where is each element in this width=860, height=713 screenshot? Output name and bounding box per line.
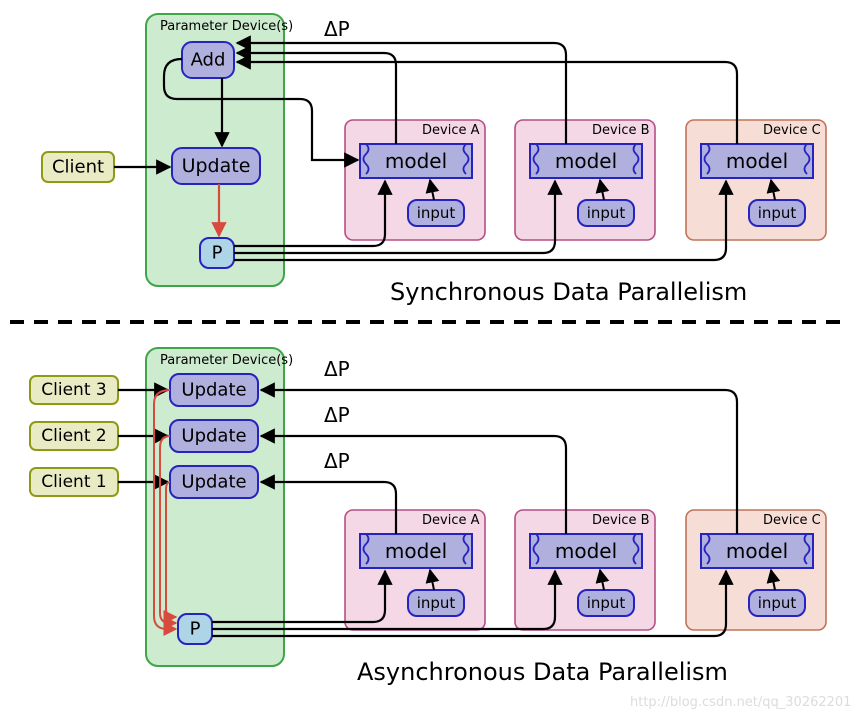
device-a: Device A model input — [345, 120, 485, 240]
model-a: model — [360, 144, 472, 178]
async-section: Parameter Device(s) Update Update Update… — [30, 348, 826, 686]
svg-text:model: model — [385, 149, 447, 173]
async-title: Asynchronous Data Parallelism — [357, 658, 728, 686]
svg-text:Update: Update — [181, 426, 246, 447]
device-a-2: Device A model input — [345, 510, 485, 630]
svg-text:input: input — [758, 204, 797, 222]
svg-text:input: input — [417, 594, 456, 612]
svg-text:Update: Update — [181, 472, 246, 493]
sync-section: Parameter Device(s) Add Update P Client … — [42, 14, 826, 306]
svg-text:Client 3: Client 3 — [41, 380, 106, 400]
svg-text:input: input — [587, 204, 626, 222]
svg-text:model: model — [385, 539, 447, 563]
device-c-2: Device C model input — [686, 510, 826, 630]
svg-text:model: model — [555, 539, 617, 563]
watermark: http://blog.csdn.net/qq_30262201 — [630, 695, 851, 710]
add-text: Add — [191, 50, 226, 71]
device-c: Device C model input — [686, 120, 826, 240]
svg-text:Device B: Device B — [592, 123, 650, 138]
svg-text:model: model — [726, 149, 788, 173]
svg-text:ΔP: ΔP — [324, 357, 350, 381]
svg-text:P: P — [190, 619, 201, 640]
device-b: Device B model input — [515, 120, 655, 240]
svg-text:Device A: Device A — [422, 513, 480, 528]
svg-text:Update: Update — [181, 380, 246, 401]
svg-text:Device C: Device C — [763, 513, 821, 528]
svg-text:ΔP: ΔP — [324, 449, 350, 473]
svg-text:input: input — [587, 594, 626, 612]
device-b-2: Device B model input — [515, 510, 655, 630]
sync-title: Synchronous Data Parallelism — [390, 278, 747, 306]
param-device-label: Parameter Device(s) — [160, 19, 293, 34]
svg-text:Device C: Device C — [763, 123, 821, 138]
delta-p-sync: ΔP — [324, 17, 350, 41]
svg-text:Device B: Device B — [592, 513, 650, 528]
svg-text:Device A: Device A — [422, 123, 480, 138]
update-text: Update — [182, 155, 251, 177]
svg-text:ΔP: ΔP — [324, 403, 350, 427]
svg-text:input: input — [417, 204, 456, 222]
svg-text:Client 1: Client 1 — [41, 472, 106, 492]
svg-text:model: model — [555, 149, 617, 173]
svg-text:model: model — [726, 539, 788, 563]
svg-text:input: input — [758, 594, 797, 612]
svg-text:Client 2: Client 2 — [41, 426, 106, 446]
svg-text:Parameter Device(s): Parameter Device(s) — [160, 353, 293, 368]
client-text: Client — [52, 157, 104, 178]
p-text: P — [212, 243, 223, 264]
